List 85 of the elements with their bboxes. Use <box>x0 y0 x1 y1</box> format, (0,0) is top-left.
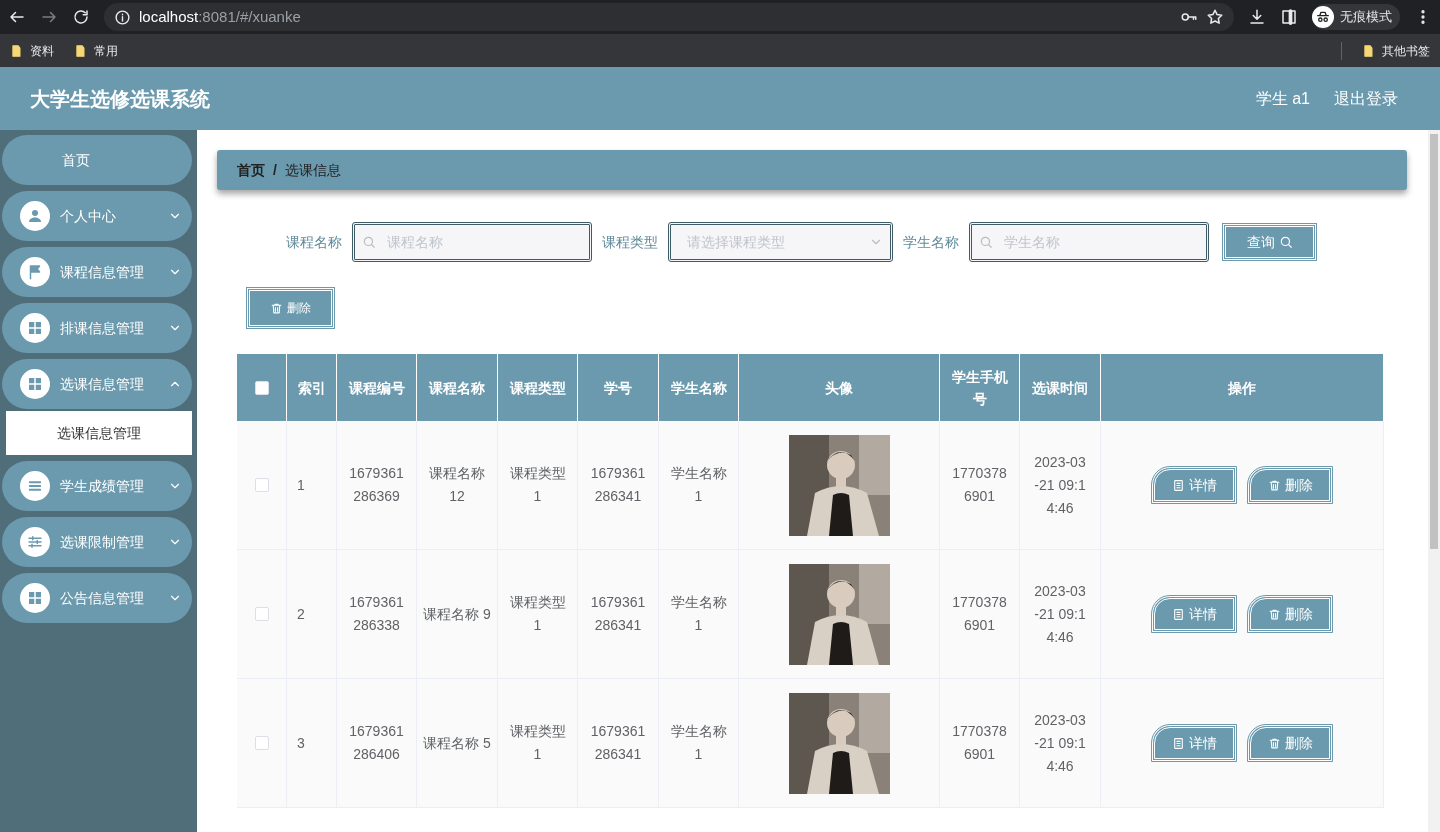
table-cell-text: 2023-03 -21 09:1 4:46 <box>1033 581 1087 647</box>
table-cell-text: 1679361 286341 <box>589 593 647 635</box>
search-icon <box>979 235 993 249</box>
bookmark[interactable]: 常用 <box>74 41 118 60</box>
table-cell-text: 课程类型 1 <box>508 464 567 506</box>
trash-icon <box>1267 607 1281 621</box>
table-cell-text: 1679361 286369 <box>348 464 405 506</box>
menu-item[interactable]: 选课限制管理 <box>2 517 192 567</box>
breadcrumb-separator: / <box>273 160 277 180</box>
menu-item[interactable]: 选课信息管理 <box>2 359 192 409</box>
document-icon <box>1171 478 1185 492</box>
table-cell-text: 课程类型 1 <box>508 593 567 635</box>
checkbox[interactable] <box>254 380 269 395</box>
table-cell-text: 2023-03 -21 09:1 4:46 <box>1033 710 1087 776</box>
address-bar[interactable]: localhost:8081/#/xuanke <box>104 3 1234 31</box>
document-icon <box>1171 736 1185 750</box>
app-title: 大学生选修选课系统 <box>30 86 210 112</box>
delete-button[interactable]: 删除 <box>1248 596 1332 632</box>
grid-icon <box>26 319 44 337</box>
delete-button[interactable]: 删除 <box>1248 725 1332 761</box>
document-icon <box>1171 607 1185 621</box>
menu-item[interactable]: 学生成绩管理 <box>2 461 192 511</box>
table-cell-text: 2 <box>297 604 305 624</box>
menu-item[interactable]: 首页 <box>2 135 192 185</box>
delete-button[interactable]: 删除 <box>247 288 334 328</box>
filter-label: 课程类型 <box>602 232 658 252</box>
menu-item[interactable]: 排课信息管理 <box>2 303 192 353</box>
filter-label: 课程名称 <box>286 232 342 252</box>
scrollbar[interactable] <box>1428 130 1440 832</box>
table-cell-text: 学生名称 1 <box>669 593 728 635</box>
trash-icon <box>270 301 283 315</box>
incognito-button[interactable]: 无痕模式 <box>1312 4 1400 30</box>
table-cell-text: 1770378 6901 <box>951 722 1008 764</box>
grid-icon <box>26 589 44 607</box>
folder-icon <box>1362 43 1376 58</box>
table-cell-text: 学生名称 1 <box>669 722 728 764</box>
folder-icon <box>74 43 88 58</box>
grid-icon <box>26 375 44 393</box>
details-button[interactable]: 详情 <box>1152 467 1236 503</box>
download-icon[interactable] <box>1248 8 1266 26</box>
submenu-item[interactable]: 选课信息管理 <box>6 411 192 455</box>
trash-icon <box>1267 736 1281 750</box>
menu-item[interactable]: 课程信息管理 <box>2 247 192 297</box>
table-cell-text: 课程名称 9 <box>423 604 491 624</box>
bookmark[interactable]: 其他书签 <box>1362 41 1430 60</box>
star-icon[interactable] <box>1206 8 1224 26</box>
table-cell-text: 1679361 286406 <box>348 722 405 764</box>
table-cell-text: 课程类型 1 <box>508 722 567 764</box>
breadcrumb-current: 选课信息 <box>284 160 341 180</box>
incognito-icon <box>1315 9 1331 25</box>
folder-icon <box>10 43 24 58</box>
checkbox[interactable] <box>254 607 269 621</box>
table-cell-text: 1770378 6901 <box>951 593 1008 635</box>
checkbox[interactable] <box>254 736 269 750</box>
query-button[interactable]: 查询 <box>1223 224 1316 260</box>
details-button[interactable]: 详情 <box>1152 596 1236 632</box>
menu-item[interactable]: 个人中心 <box>2 191 192 241</box>
bookmark[interactable]: 资料 <box>10 41 54 60</box>
table-cell-text: 3 <box>297 733 305 753</box>
info-icon <box>114 8 131 26</box>
table-cell-text: 1770378 6901 <box>951 464 1008 506</box>
sliders-icon <box>26 533 44 551</box>
table-cell-text: 学生名称 1 <box>669 464 728 506</box>
table-cell-text: 1679361 286341 <box>589 722 647 764</box>
breadcrumb-link[interactable]: 首页 <box>237 159 265 181</box>
reload-icon[interactable] <box>72 8 90 26</box>
table-cell-text: 2023-03 -21 09:1 4:46 <box>1033 452 1087 518</box>
person-icon <box>26 207 44 225</box>
table-cell-text: 1 <box>297 475 305 495</box>
side-panel-icon[interactable] <box>1280 8 1298 26</box>
table-cell-text: 课程名称 5 <box>423 733 491 753</box>
trash-icon <box>1267 478 1281 492</box>
table-cell-text: 课程名称 12 <box>428 464 486 506</box>
checkbox[interactable] <box>254 478 269 492</box>
url-text: localhost:8081/#/xuanke <box>139 6 301 27</box>
details-button[interactable]: 详情 <box>1152 725 1236 761</box>
search-icon <box>1278 235 1293 249</box>
user-name: 学生 a1 <box>1255 88 1310 109</box>
filter-label: 学生名称 <box>903 232 959 252</box>
logout-link[interactable]: 退出登录 <box>1334 86 1398 111</box>
delete-button[interactable]: 删除 <box>1248 467 1332 503</box>
search-icon <box>362 235 376 249</box>
table-cell-text: 1679361 286341 <box>589 464 647 506</box>
menu-item[interactable]: 公告信息管理 <box>2 573 192 623</box>
table-cell-text: 1679361 286338 <box>348 593 405 635</box>
